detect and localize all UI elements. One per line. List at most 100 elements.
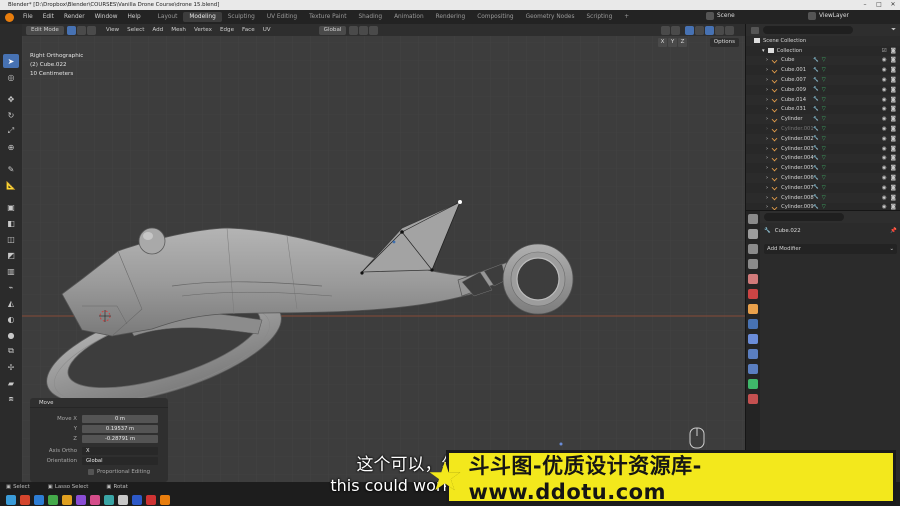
- render-camera-icon[interactable]: ◙: [891, 67, 896, 73]
- outliner-item[interactable]: › Cylinder.003 🔧 ▽ ◉ ◙: [746, 144, 900, 154]
- knife-tool-icon[interactable]: ⌁: [3, 280, 19, 294]
- outliner-item[interactable]: › Cylinder.004 🔧 ▽ ◉ ◙: [746, 153, 900, 164]
- poly-build-tool-icon[interactable]: ◭: [3, 296, 19, 310]
- mirror-z-toggle[interactable]: Z: [678, 38, 687, 47]
- visibility-eye-icon[interactable]: ◉: [882, 136, 887, 142]
- physics-tab-icon[interactable]: [748, 349, 758, 359]
- options-dropdown[interactable]: Options: [709, 38, 739, 47]
- outliner-item[interactable]: › Cylinder 🔧 ▽ ◉ ◙: [746, 114, 900, 125]
- render-camera-icon[interactable]: ◙: [891, 185, 896, 191]
- modifier-tab-icon[interactable]: [748, 319, 758, 329]
- taskbar-app-icon[interactable]: [132, 495, 142, 505]
- render-camera-icon[interactable]: ◙: [891, 136, 896, 142]
- select-box-tool-icon[interactable]: ➤: [3, 54, 19, 68]
- filter-icon[interactable]: ⏷: [891, 26, 896, 34]
- measure-tool-icon[interactable]: 📐: [3, 178, 19, 192]
- operator-title[interactable]: Move: [30, 398, 168, 408]
- tab-sculpting[interactable]: Sculpting: [222, 12, 261, 22]
- world-tab-icon[interactable]: [748, 289, 758, 299]
- outliner-item[interactable]: › Cylinder.001 🔧 ▽ ◉ ◙: [746, 124, 900, 134]
- move-y-field[interactable]: 0.19537 m: [82, 424, 158, 433]
- render-camera-icon[interactable]: ◙: [891, 195, 896, 201]
- expand-arrow-icon[interactable]: ›: [766, 175, 768, 181]
- tab-geometry-nodes[interactable]: Geometry Nodes: [520, 12, 581, 22]
- rear-ring-mesh[interactable]: [502, 243, 574, 315]
- taskbar-app-icon[interactable]: [62, 495, 72, 505]
- visibility-eye-icon[interactable]: ◉: [882, 155, 887, 161]
- move-x-field[interactable]: 0 m: [82, 414, 158, 423]
- transform-tool-icon[interactable]: ⊕: [3, 140, 19, 154]
- visibility-eye-icon[interactable]: ◉: [882, 195, 887, 201]
- render-camera-icon[interactable]: ◙: [891, 87, 896, 93]
- visibility-eye-icon[interactable]: ◉: [882, 165, 887, 171]
- outliner-item[interactable]: › Cube.007 🔧 ▽ ◉ ◙: [746, 75, 900, 85]
- visibility-eye-icon[interactable]: ◉: [882, 185, 887, 191]
- overlay-icon[interactable]: [671, 25, 680, 35]
- tab-modeling[interactable]: Modeling: [183, 12, 222, 22]
- tab-uv-editing[interactable]: UV Editing: [261, 12, 303, 22]
- taskbar-app-icon[interactable]: [160, 495, 170, 505]
- expand-arrow-icon[interactable]: ›: [766, 185, 768, 191]
- visibility-eye-icon[interactable]: ◉: [882, 67, 887, 73]
- taskbar-app-icon[interactable]: [48, 495, 58, 505]
- output-tab-icon[interactable]: [748, 244, 758, 254]
- shading-material-icon[interactable]: [715, 25, 724, 35]
- viewlayer-icon[interactable]: [808, 12, 816, 20]
- visibility-eye-icon[interactable]: ◉: [882, 106, 887, 112]
- menu-edge[interactable]: Edge: [216, 27, 238, 33]
- sensor-sphere-mesh[interactable]: [138, 227, 166, 255]
- expand-arrow-icon[interactable]: ›: [766, 146, 768, 152]
- add-cube-tool-icon[interactable]: ▣: [3, 200, 19, 214]
- expand-arrow-icon[interactable]: ›: [766, 57, 768, 63]
- spin-tool-icon[interactable]: ◐: [3, 312, 19, 326]
- menu-render[interactable]: Render: [59, 14, 90, 20]
- render-tab-icon[interactable]: [748, 229, 758, 239]
- constraints-tab-icon[interactable]: [748, 364, 758, 374]
- object-name[interactable]: Cube.022: [775, 228, 801, 234]
- tab-shading[interactable]: Shading: [353, 12, 389, 22]
- visibility-eye-icon[interactable]: ◉: [882, 57, 887, 63]
- outliner-item[interactable]: › Cube.001 🔧 ▽ ◉ ◙: [746, 65, 900, 75]
- outliner-item[interactable]: › Cylinder.002 🔧 ▽ ◉ ◙: [746, 133, 900, 144]
- scene-selector[interactable]: Scene: [717, 13, 735, 19]
- scale-tool-icon[interactable]: ⤢: [3, 124, 19, 138]
- outliner-item[interactable]: › Cylinder.006 🔧 ▽ ◉ ◙: [746, 173, 900, 183]
- tab-scripting[interactable]: Scripting: [580, 12, 618, 22]
- render-camera-icon[interactable]: ◙: [891, 116, 896, 122]
- outliner-search-input[interactable]: [763, 26, 853, 34]
- taskbar-app-icon[interactable]: [34, 495, 44, 505]
- menu-vertex[interactable]: Vertex: [190, 27, 216, 33]
- expand-arrow-icon[interactable]: ›: [766, 126, 768, 132]
- mirror-y-toggle[interactable]: Y: [668, 38, 677, 47]
- pivot-point-icon[interactable]: [349, 25, 359, 35]
- loop-cut-tool-icon[interactable]: ▥: [3, 264, 19, 278]
- inset-tool-icon[interactable]: ◫: [3, 232, 19, 246]
- outliner-item[interactable]: › Cylinder.008 🔧 ▽ ◉ ◙: [746, 192, 900, 203]
- taskbar-app-icon[interactable]: [90, 495, 100, 505]
- outliner-editor-icon[interactable]: [751, 26, 759, 34]
- outliner-item[interactable]: › Cube 🔧 ▽ ◉ ◙: [746, 55, 900, 66]
- expand-arrow-icon[interactable]: ›: [766, 165, 768, 171]
- menu-uv[interactable]: UV: [259, 27, 275, 33]
- menu-window[interactable]: Window: [90, 14, 123, 20]
- menu-edit[interactable]: Edit: [38, 14, 59, 20]
- outliner-item[interactable]: › Cube.031 🔧 ▽ ◉ ◙: [746, 105, 900, 115]
- shading-rendered-icon[interactable]: [725, 25, 734, 35]
- expand-arrow-icon[interactable]: ›: [766, 97, 768, 103]
- material-tab-icon[interactable]: [748, 394, 758, 404]
- cursor-tool-icon[interactable]: ◎: [3, 70, 19, 84]
- menu-add[interactable]: Add: [148, 27, 167, 33]
- visibility-eye-icon[interactable]: ◉: [882, 175, 887, 181]
- start-icon[interactable]: [6, 495, 16, 505]
- render-camera-icon[interactable]: ◙: [891, 146, 896, 152]
- annotate-tool-icon[interactable]: ✎: [3, 162, 19, 176]
- snap-icon[interactable]: [359, 25, 369, 35]
- taskbar-app-icon[interactable]: [20, 495, 30, 505]
- expand-arrow-icon[interactable]: ›: [766, 155, 768, 161]
- edge-slide-tool-icon[interactable]: ⧉: [3, 344, 19, 358]
- pin-icon[interactable]: 📌: [890, 228, 897, 234]
- camera-icon[interactable]: ◙: [891, 48, 896, 54]
- tab-rendering[interactable]: Rendering: [430, 12, 472, 22]
- expand-arrow-icon[interactable]: ›: [766, 77, 768, 83]
- render-camera-icon[interactable]: ◙: [891, 57, 896, 63]
